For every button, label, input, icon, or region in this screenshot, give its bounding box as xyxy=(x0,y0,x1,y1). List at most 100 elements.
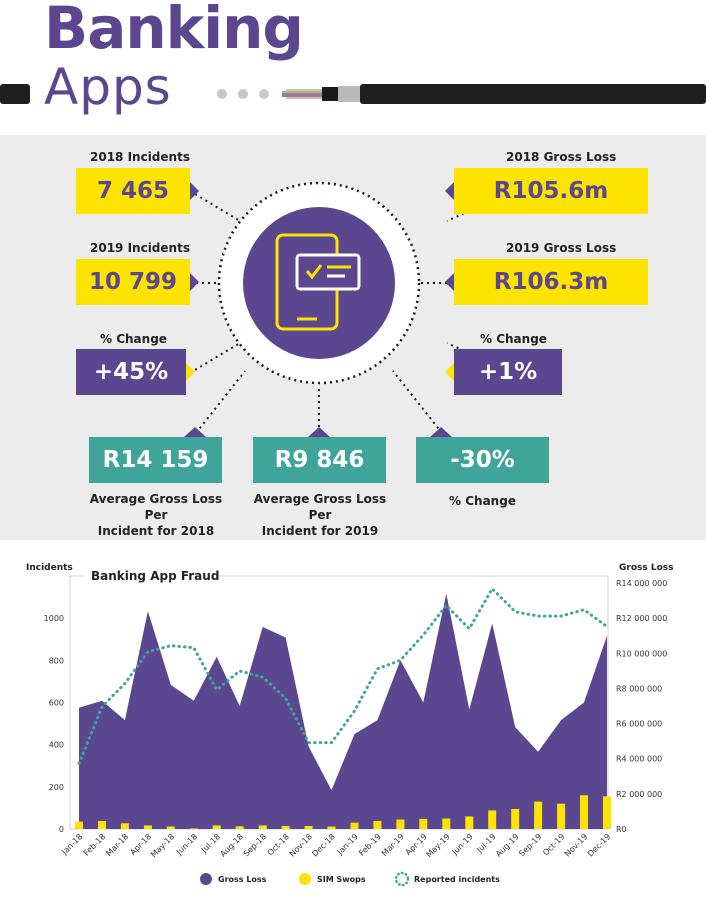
title-line-1: Banking xyxy=(44,0,304,62)
x-tick-label: May-18 xyxy=(149,832,176,859)
pointer-right xyxy=(190,182,199,200)
pointer-up xyxy=(308,427,330,437)
sim-swops-bar xyxy=(143,825,152,829)
incidents-change-label: % Change xyxy=(100,332,167,346)
left-tick-label: 400 xyxy=(49,741,64,750)
x-tick-label: Nov-19 xyxy=(563,832,589,858)
pointer-left xyxy=(445,273,454,291)
avg-2019-value: R9 846 xyxy=(253,437,386,483)
pointer-up xyxy=(184,427,206,437)
chart-svg: Banking App Fraud Incidents Gross Loss 0… xyxy=(26,563,674,887)
legend-swatch xyxy=(299,873,311,885)
loss-2019-value: R106.3m xyxy=(454,259,648,305)
mobile-checklist-icon xyxy=(275,233,361,331)
sim-swops-bar xyxy=(419,818,428,829)
x-tick-label: Mar-19 xyxy=(380,832,406,858)
legend-swatch xyxy=(394,871,410,887)
avg-change-caption: % Change xyxy=(449,494,516,508)
pointer-right xyxy=(190,273,199,291)
avg-2019-caption: Average Gross Loss Per Incident for 2019 xyxy=(244,491,396,539)
avg-2018-value: R14 159 xyxy=(89,437,222,483)
sim-swops-bar xyxy=(465,816,474,829)
x-tick-label: Dec-18 xyxy=(310,832,337,859)
x-tick-label: Dec-19 xyxy=(586,832,613,859)
left-axis-label: Incidents xyxy=(26,563,73,573)
title-line-2: Apps xyxy=(44,58,172,116)
x-tick-label: Feb-19 xyxy=(357,832,383,858)
loss-2018-label: 2018 Gross Loss xyxy=(506,150,617,164)
right-tick-label: R4 000 000 xyxy=(616,755,662,764)
sim-swops-bar xyxy=(189,828,198,829)
sim-swops-bar xyxy=(580,795,588,829)
avg-change-value: -30% xyxy=(416,437,549,483)
right-tick-label: R10 000 000 xyxy=(616,649,667,658)
sim-swops-bar xyxy=(258,825,267,829)
avg-2019-caption-line1: Average Gross Loss Per xyxy=(253,492,387,522)
right-tick-label: R12 000 000 xyxy=(616,614,667,623)
x-tick-label: Sep-19 xyxy=(517,832,543,858)
sim-swops-bar xyxy=(120,823,129,829)
left-tick-label: 1000 xyxy=(44,614,64,623)
x-tick-label: May-19 xyxy=(425,832,452,859)
incidents-2018-value: 7 465 xyxy=(76,168,190,214)
right-axis-label: Gross Loss xyxy=(619,563,674,573)
right-tick-label: R2 000 000 xyxy=(616,790,662,799)
sim-swops-bar xyxy=(166,826,175,829)
pointer-left xyxy=(445,363,454,381)
right-tick-label: R0 xyxy=(616,825,627,834)
cable-icon xyxy=(282,84,706,104)
loss-change-value: +1% xyxy=(454,349,562,395)
avg-2018-caption-line1: Average Gross Loss Per xyxy=(89,492,223,522)
x-tick-label: Jun-18 xyxy=(174,832,199,857)
legend-label: Reported incidents xyxy=(414,875,500,884)
loss-2018-value: R105.6m xyxy=(454,168,648,214)
loss-2019-label: 2019 Gross Loss xyxy=(506,241,617,255)
right-tick-label: R6 000 000 xyxy=(616,720,662,729)
x-tick-label: Nov-18 xyxy=(288,832,314,858)
sim-swops-bar xyxy=(488,810,497,829)
legend-label: SIM Swops xyxy=(317,875,366,884)
right-tick-label: R14 000 000 xyxy=(616,579,667,588)
sim-swops-bar xyxy=(534,801,543,829)
decor-dot xyxy=(217,89,227,99)
stats-panel: 2018 Incidents 7 465 2019 Incidents 10 7… xyxy=(0,135,706,540)
left-tick-label: 600 xyxy=(49,699,64,708)
sim-swops-bar xyxy=(235,826,244,829)
incidents-2019-label: 2019 Incidents xyxy=(90,241,190,255)
loss-change-label: % Change xyxy=(480,332,547,346)
x-tick-label: Oct-18 xyxy=(266,832,291,857)
x-tick-label: Sep-18 xyxy=(242,832,268,858)
legend-swatch xyxy=(200,873,212,885)
decor-dot xyxy=(238,89,248,99)
cable-left xyxy=(0,84,30,104)
x-tick-label: Aug-19 xyxy=(494,832,521,859)
sim-swops-bar xyxy=(304,826,313,829)
pointer-right xyxy=(186,363,195,381)
left-tick-label: 200 xyxy=(49,783,64,792)
x-tick-label: Jan-19 xyxy=(335,832,360,857)
avg-2018-caption-line2: Incident for 2018 xyxy=(97,524,215,538)
x-tick-label: Jun-19 xyxy=(450,832,475,857)
sim-swops-bar xyxy=(281,826,290,829)
x-tick-label: Feb-18 xyxy=(82,832,108,858)
legend-label: Gross Loss xyxy=(218,875,267,884)
sim-swops-bar xyxy=(442,818,451,829)
pointer-left xyxy=(445,182,454,200)
sim-swops-bar xyxy=(603,796,611,829)
avg-2018-caption: Average Gross Loss Per Incident for 2018 xyxy=(80,491,232,539)
decor-dot xyxy=(259,89,269,99)
x-tick-label: Jan-18 xyxy=(59,832,84,857)
left-tick-label: 0 xyxy=(59,825,64,834)
sim-swops-bar xyxy=(75,821,83,829)
x-tick-label: Oct-19 xyxy=(541,832,566,857)
pointer-up xyxy=(430,427,452,437)
sim-swops-bar xyxy=(396,819,405,829)
sim-swops-bar xyxy=(212,825,221,829)
incidents-change-value: +45% xyxy=(76,349,186,395)
incidents-2019-value: 10 799 xyxy=(76,259,190,305)
sim-swops-bar xyxy=(327,826,336,829)
x-tick-label: Aug-18 xyxy=(218,832,245,859)
banking-app-fraud-chart: Banking App Fraud Incidents Gross Loss 0… xyxy=(0,548,706,895)
avg-2019-caption-line2: Incident for 2019 xyxy=(261,524,379,538)
sim-swops-bar xyxy=(373,821,382,829)
